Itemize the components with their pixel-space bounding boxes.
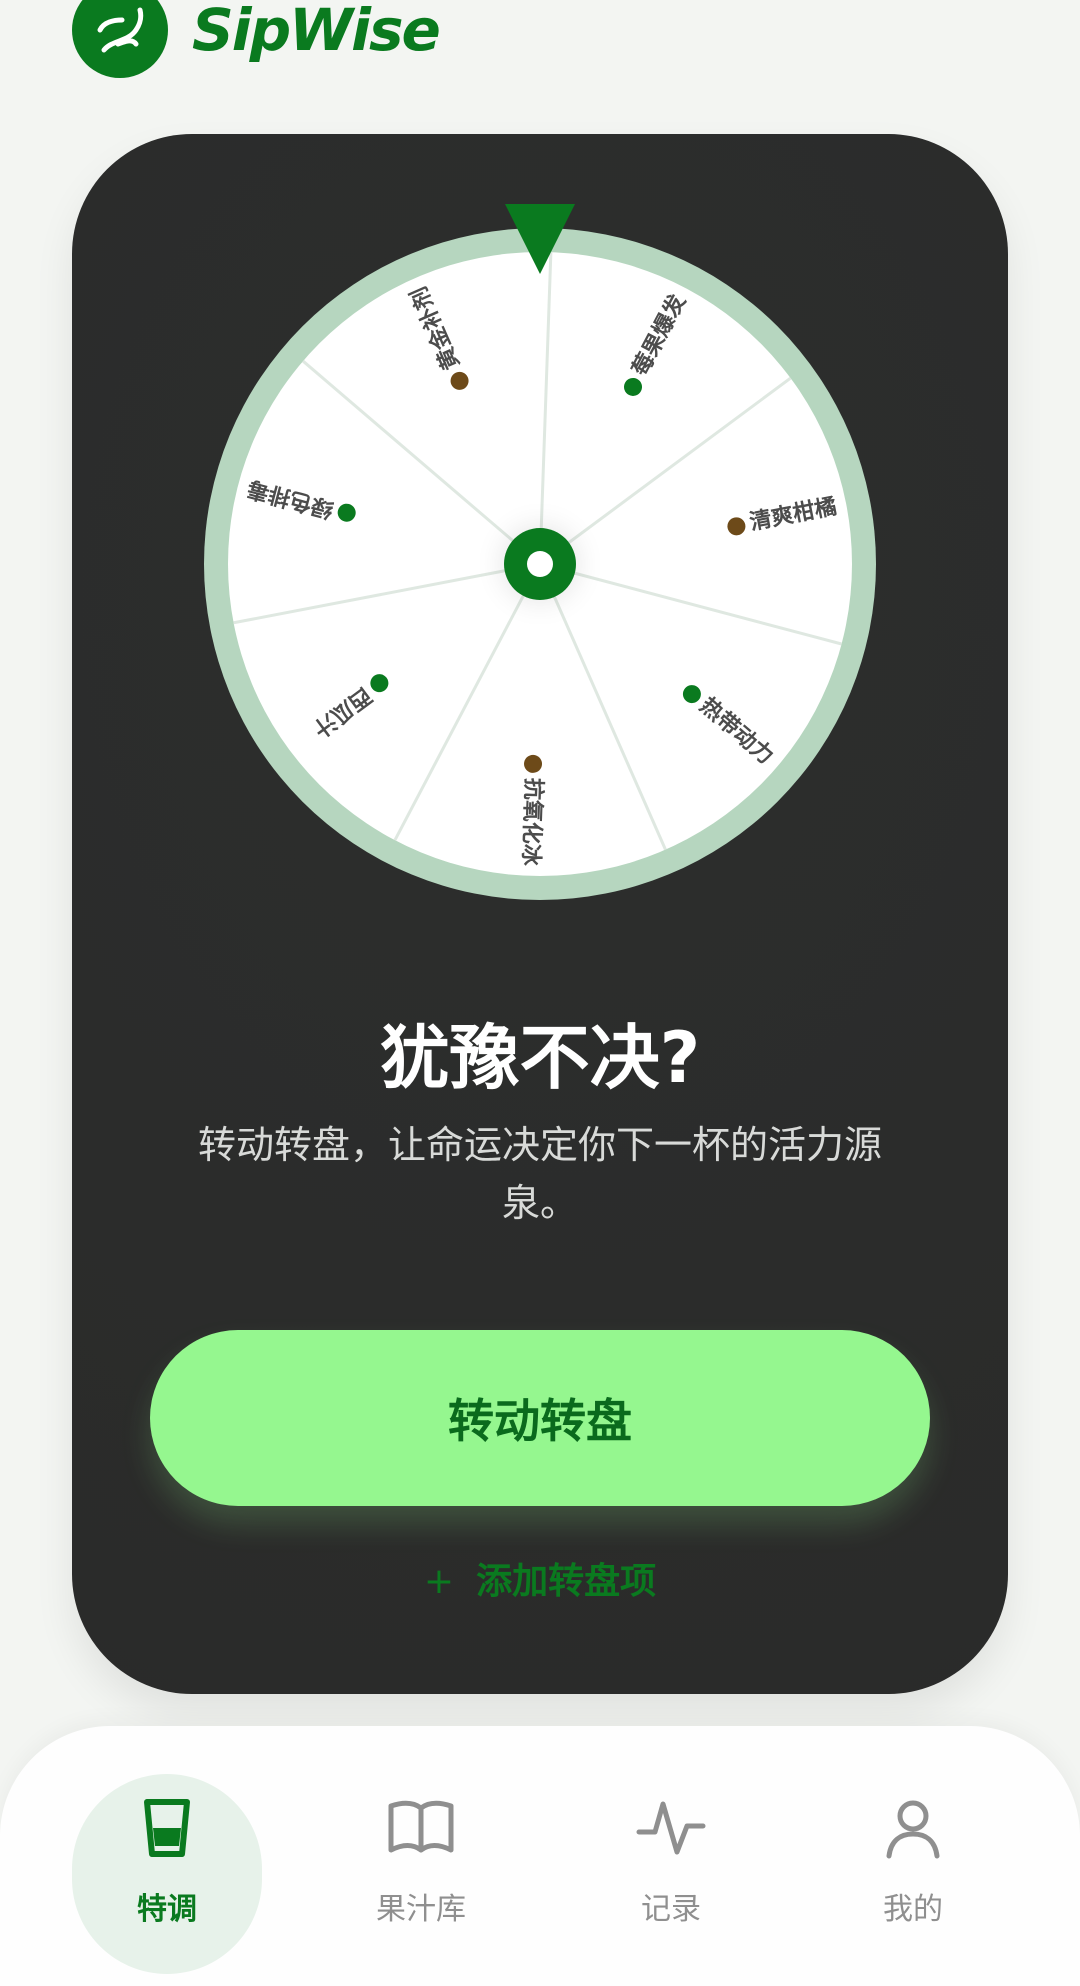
- page-title: 犹豫不决?: [379, 1017, 701, 1099]
- brand-name: SipWise: [192, 0, 441, 64]
- nav-label: 记录: [641, 1892, 701, 1927]
- wheel-pointer: [505, 204, 575, 274]
- wheel-hub: [504, 528, 576, 600]
- page-subtitle: 转动转盘，让命运决定你下一杯的活力源泉。: [197, 1123, 882, 1225]
- bottom-nav: 特调 果汁库 记录 我的: [0, 1726, 1080, 1986]
- add-wheel-item-button[interactable]: + 添加转盘项: [72, 1552, 1008, 1604]
- nav-item-profile[interactable]: 我的: [818, 1774, 1008, 1974]
- plus-icon: +: [423, 1561, 455, 1602]
- nav-item-records[interactable]: 记录: [576, 1774, 766, 1974]
- nav-label: 果汁库: [376, 1892, 466, 1927]
- spin-button[interactable]: 转动转盘: [150, 1330, 930, 1506]
- nav-label: 特调: [137, 1892, 197, 1927]
- app-header: SipWise: [72, 0, 441, 78]
- nav-item-special[interactable]: 特调: [72, 1774, 262, 1974]
- dna-icon: [72, 0, 168, 78]
- user-icon: [886, 1800, 940, 1859]
- spin-wheel-card: 莓果爆发 清爽柑橘 热带动力 抗氧化冰 西瓜汁 绿色排毒 黄金补剂 犹豫不决? 转动转盘，让…: [72, 134, 1008, 1694]
- cup-icon: [144, 1799, 190, 1857]
- book-icon: [388, 1800, 454, 1853]
- spin-wheel[interactable]: 莓果爆发 清爽柑橘 热带动力 抗氧化冰 西瓜汁 绿色排毒 黄金补剂: [204, 204, 876, 900]
- activity-icon: [636, 1801, 706, 1855]
- add-wheel-item-label: 添加转盘项: [476, 1561, 657, 1602]
- nav-item-juice-library[interactable]: 果汁库: [326, 1774, 516, 1974]
- nav-label: 我的: [883, 1892, 943, 1927]
- wheel-segment-label: 抗氧化冰: [517, 777, 546, 867]
